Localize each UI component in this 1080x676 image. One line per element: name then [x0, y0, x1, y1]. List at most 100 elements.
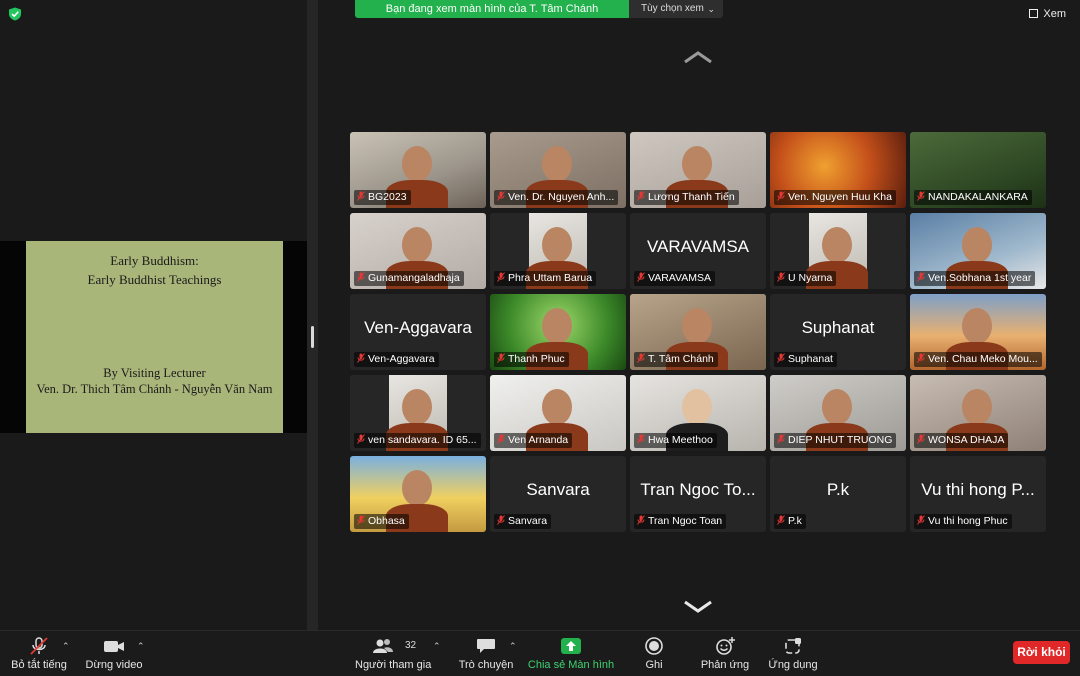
apps-button[interactable]: Ứng dụng: [764, 631, 822, 676]
participant-tile[interactable]: Phra Uttam Barua: [490, 213, 626, 289]
stop-video-label: Dừng video: [85, 659, 143, 671]
participant-label: DIEP NHUT TRUONG: [774, 433, 897, 448]
participant-name: ven sandavara. ID 65...: [368, 434, 477, 446]
muted-mic-icon: [497, 353, 505, 363]
participant-tile[interactable]: Sanvara Sanvara: [490, 456, 626, 532]
muted-mic-icon: [637, 272, 645, 282]
apps-label: Ứng dụng: [768, 659, 818, 671]
participant-face: [542, 146, 572, 182]
participant-tile[interactable]: Thanh Phuc: [490, 294, 626, 370]
participant-tile[interactable]: DIEP NHUT TRUONG: [770, 375, 906, 451]
audio-options-caret-icon[interactable]: ⌃: [62, 641, 70, 652]
participant-name: NANDAKALANKARA: [928, 191, 1028, 203]
participant-face: [682, 389, 712, 425]
participant-label: Ven-Aggavara: [354, 352, 439, 367]
participant-face: [402, 227, 432, 263]
muted-mic-icon: [357, 353, 365, 363]
splitter-handle[interactable]: [311, 326, 314, 348]
participant-tile[interactable]: Vu thi hong P... Vu thi hong Phuc: [910, 456, 1046, 532]
page-down-arrow-icon[interactable]: [683, 600, 713, 614]
participant-name-display: Tran Ngoc To...: [640, 480, 756, 499]
participant-tile[interactable]: Ven.Sobhana 1st year: [910, 213, 1046, 289]
participant-tile[interactable]: Ven. Chau Meko Mou...: [910, 294, 1046, 370]
participant-name: Thanh Phuc: [508, 353, 565, 365]
chat-options-caret-icon[interactable]: ⌃: [509, 641, 517, 652]
participant-tile[interactable]: VARAVAMSA VARAVAMSA: [630, 213, 766, 289]
chat-button[interactable]: Trò chuyện: [455, 631, 517, 676]
participant-name: DIEP NHUT TRUONG: [788, 434, 893, 446]
participant-name: Phra Uttam Barua: [508, 272, 593, 284]
participant-tile[interactable]: Obhasa: [350, 456, 486, 532]
page-up-arrow-icon[interactable]: [683, 50, 713, 64]
participant-face: [402, 470, 432, 506]
participant-label: Obhasa: [354, 514, 409, 529]
participant-face: [822, 227, 852, 263]
participant-tile[interactable]: ven sandavara. ID 65...: [350, 375, 486, 451]
participant-name: Suphanat: [788, 353, 833, 365]
leave-meeting-button[interactable]: Rời khỏi: [1013, 641, 1070, 664]
muted-mic-icon: [777, 434, 785, 444]
participant-tile[interactable]: Ven. Dr. Nguyen Anh...: [490, 132, 626, 208]
view-button-label: Xem: [1043, 8, 1066, 20]
record-button[interactable]: Ghi: [636, 631, 672, 676]
apps-icon: [785, 638, 801, 654]
participant-name: Lương Thanh Tiến: [648, 191, 735, 203]
participant-tile[interactable]: Lương Thanh Tiến: [630, 132, 766, 208]
muted-mic-icon: [777, 272, 785, 282]
participant-name: T. Tâm Chánh: [648, 353, 714, 365]
security-shield-icon[interactable]: [8, 7, 22, 21]
view-options-dropdown[interactable]: Tùy chọn xem ⌄: [629, 0, 723, 18]
participant-tile[interactable]: P.k P.k: [770, 456, 906, 532]
participant-tile[interactable]: BG2023: [350, 132, 486, 208]
participant-label: Thanh Phuc: [494, 352, 569, 367]
participant-tile[interactable]: Tran Ngoc To... Tran Ngoc Toan: [630, 456, 766, 532]
unmute-button[interactable]: Bỏ tắt tiếng: [6, 631, 72, 676]
participant-label: Ven.Sobhana 1st year: [914, 271, 1036, 286]
participant-name: VARAVAMSA: [648, 272, 712, 284]
muted-mic-icon: [917, 515, 925, 525]
participant-label: P.k: [774, 514, 806, 529]
shared-slide-frame: Early Buddhism: Early Buddhist Teachings…: [0, 241, 307, 433]
participant-face: [542, 227, 572, 263]
participant-tile[interactable]: Suphanat Suphanat: [770, 294, 906, 370]
participant-label: Gunamangaladhaja: [354, 271, 464, 286]
participant-face: [542, 389, 572, 425]
participant-face: [962, 227, 992, 263]
participant-name: Ven. Chau Meko Mou...: [928, 353, 1038, 365]
participant-face: [542, 308, 572, 344]
muted-mic-icon: [497, 272, 505, 282]
participant-label: Tran Ngoc Toan: [634, 514, 727, 529]
view-button[interactable]: Xem: [1029, 8, 1066, 20]
participant-name: Sanvara: [508, 515, 548, 527]
participant-tile[interactable]: Ven. Nguyen Huu Kha: [770, 132, 906, 208]
participant-tile[interactable]: Ven-Aggavara Ven-Aggavara: [350, 294, 486, 370]
muted-mic-icon: [777, 515, 785, 525]
participant-name: P.k: [788, 515, 802, 527]
participant-label: BG2023: [354, 190, 411, 205]
participant-name: WONSA DHAJA: [928, 434, 1005, 446]
muted-mic-icon: [917, 434, 925, 444]
participant-name: Gunamangaladhaja: [368, 272, 460, 284]
reactions-button[interactable]: Phản ứng: [697, 631, 753, 676]
participant-tile[interactable]: U Nyarna: [770, 213, 906, 289]
participant-tile[interactable]: Gunamangaladhaja: [350, 213, 486, 289]
video-options-caret-icon[interactable]: ⌃: [137, 641, 145, 652]
muted-mic-icon: [357, 515, 365, 525]
participant-name-display: Vu thi hong P...: [921, 480, 1035, 499]
participant-tile[interactable]: Hwa Meethoo: [630, 375, 766, 451]
participant-name: Obhasa: [368, 515, 405, 527]
participant-label: T. Tâm Chánh: [634, 352, 718, 367]
participant-tile[interactable]: Ven Arnanda: [490, 375, 626, 451]
stop-video-button[interactable]: Dừng video: [84, 631, 144, 676]
participant-face: [402, 389, 432, 425]
muted-mic-icon: [357, 272, 365, 282]
participant-tile[interactable]: T. Tâm Chánh: [630, 294, 766, 370]
participant-name: Ven. Dr. Nguyen Anh...: [508, 191, 615, 203]
participant-tile[interactable]: NANDAKALANKARA: [910, 132, 1046, 208]
share-screen-button[interactable]: Chia sẻ Màn hình: [526, 631, 616, 676]
participants-options-caret-icon[interactable]: ⌃: [433, 641, 441, 652]
participant-tile[interactable]: WONSA DHAJA: [910, 375, 1046, 451]
slide-title-line2: Early Buddhist Teachings: [87, 272, 222, 287]
pane-splitter[interactable]: [307, 0, 318, 630]
participants-button[interactable]: Người tham gia: [355, 631, 431, 676]
